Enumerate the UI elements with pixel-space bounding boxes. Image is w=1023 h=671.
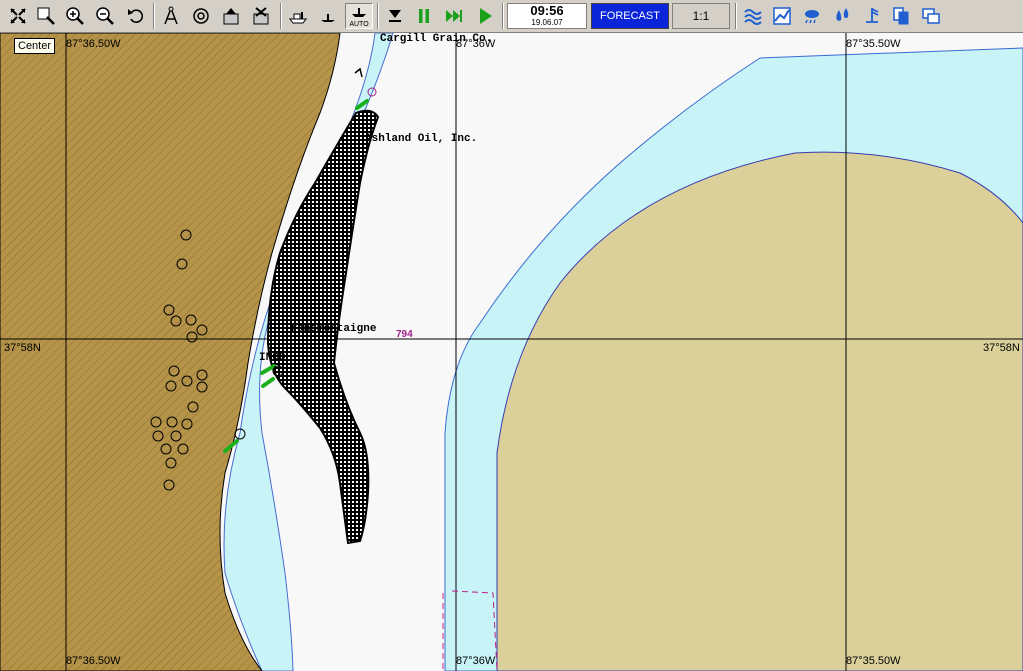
center-arrows-icon[interactable] [5,3,31,29]
tide-icon[interactable] [740,3,766,29]
nautical-chart[interactable]: Cargill Grain Co. Ashland Oil, Inc. Tran… [0,33,1023,671]
stop-icon[interactable] [382,3,408,29]
forecast-button[interactable]: FORECAST [591,3,669,29]
time-display: 09:56 19.06.07 [507,3,587,29]
weather-icon[interactable] [799,3,825,29]
label-ashland-oil: Ashland Oil, Inc. [365,133,477,145]
chart-load-icon[interactable] [218,3,244,29]
ship-small-icon[interactable] [315,3,341,29]
longitude-label-top-mid: 87°36W [456,38,496,50]
time-value: 09:56 [530,3,564,18]
auto-mode-label: AUTO [349,21,369,28]
longitude-label-bottom-right: 87°35.50W [846,655,901,667]
toolbar-separator [377,3,379,29]
latitude-label-right: 37°58N [983,342,1020,354]
center-tooltip: Center [14,38,56,54]
ship-icon[interactable] [285,3,311,29]
label-inco: INCO [259,352,286,364]
latitude-label-left: 37°58N [4,342,41,354]
scale-button[interactable]: 1:1 [672,3,730,29]
longitude-label-bottom-left: 87°36.50W [66,655,121,667]
zoom-in-icon[interactable] [62,3,88,29]
copy-icon[interactable] [888,3,914,29]
current-icon[interactable] [829,3,855,29]
longitude-label-bottom-mid: 87°36W [456,655,496,667]
zoom-window-icon[interactable] [33,3,59,29]
chart-remove-icon[interactable] [248,3,274,29]
fast-forward-icon[interactable] [441,3,467,29]
pause-icon[interactable] [411,3,437,29]
toolbar-separator [280,3,282,29]
depth-sounding: 794 [396,329,413,340]
graph-icon[interactable] [769,3,795,29]
target-icon[interactable] [188,3,214,29]
toolbar: AUTO 09:56 19.06.07 FORECAST 1:1 [0,0,1023,33]
undo-view-icon[interactable] [123,3,149,29]
auto-mode-button[interactable]: AUTO [345,3,373,29]
toolbar-separator [735,3,737,29]
play-icon[interactable] [472,3,498,29]
longitude-label-top-left: 87°36.50W [66,38,121,50]
zoom-out-icon[interactable] [92,3,118,29]
wind-icon[interactable] [859,3,885,29]
date-value: 19.06.07 [531,18,563,27]
label-transmontaigne: Transmontaigne [284,323,377,335]
toolbar-separator [502,3,504,29]
longitude-label-top-right: 87°35.50W [846,38,901,50]
toolbar-separator [153,3,155,29]
windows-icon[interactable] [918,3,944,29]
compass-dividers-icon[interactable] [158,3,184,29]
